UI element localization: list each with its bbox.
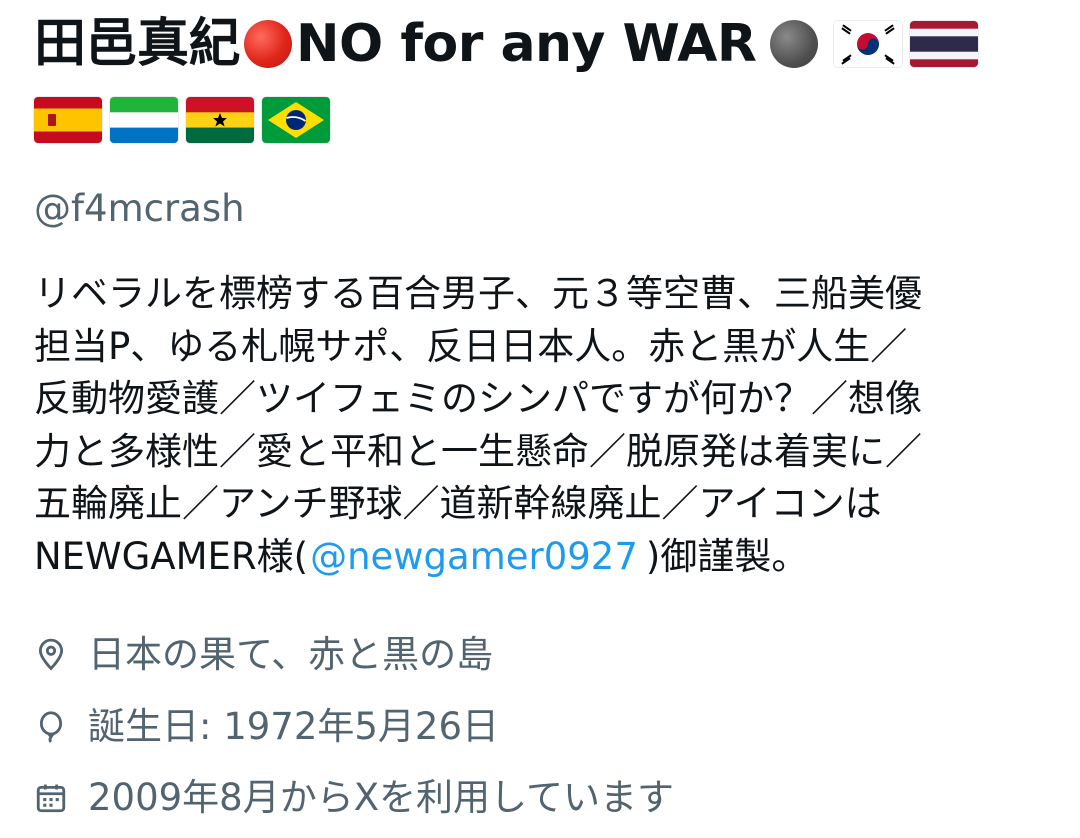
calendar-icon xyxy=(34,781,68,815)
joined-row: 2009年8月からXを利用しています xyxy=(34,773,1044,823)
bio-line: 五輪廃止／アンチ野球／道新幹線廃止／アイコンは xyxy=(34,482,882,525)
bio-line: 担当P、ゆる札幌サポ、反日日本人。赤と黒が人生／ xyxy=(34,324,908,368)
profile-handle: @f4mcrash xyxy=(34,187,245,230)
profile-name-text: 田邑真紀 xyxy=(34,14,241,74)
thailand-flag xyxy=(910,21,979,67)
birthday-row: 誕生日: 1972年5月26日 xyxy=(34,702,1044,752)
profile-name-line-1: 田邑真紀 NO for any WAR xyxy=(34,6,1044,82)
bio-line-last: NEWGAMER様(@newgamer0927)御謹製。 xyxy=(34,531,1044,584)
location-text: 日本の果て、赤と黒の島 xyxy=(88,633,494,676)
red-circle-emoji xyxy=(244,20,293,68)
location-pin-icon xyxy=(34,638,68,672)
joined-text: 2009年8月からXを利用しています xyxy=(88,776,674,819)
brazil-flag xyxy=(262,97,330,143)
profile-name-slogan: NO for any WAR xyxy=(296,14,757,74)
bio-text: )御謹製。 xyxy=(645,534,809,578)
bio-line: リベラルを標榜する百合男子、元３等空曹、三船美優 xyxy=(34,272,922,315)
black-circle-emoji xyxy=(770,20,819,68)
birthday-text: 誕生日: 1972年5月26日 xyxy=(88,705,500,748)
ghana-flag xyxy=(186,97,254,143)
location-row: 日本の果て、赤と黒の島 xyxy=(34,630,1044,680)
sierra-leone-flag xyxy=(110,97,178,143)
bio-line: 反動物愛護／ツイフェミのシンパですが何か？／想像 xyxy=(34,377,922,420)
balloon-icon xyxy=(34,710,68,744)
bio-text: NEWGAMER様( xyxy=(34,534,309,578)
profile-bio: リベラルを標榜する百合男子、元３等空曹、三船美優 担当P、ゆる札幌サポ、反日日本… xyxy=(34,268,1044,583)
bio-line: 力と多様性／愛と平和と一生懸命／脱原発は着実に／ xyxy=(34,429,922,473)
south-korea-flag xyxy=(834,21,903,67)
profile-name: 田邑真紀 NO for any WAR xyxy=(34,6,1044,158)
profile-name-line-2 xyxy=(34,82,1044,158)
spain-flag xyxy=(34,97,102,143)
mention-link[interactable]: @newgamer0927 xyxy=(310,535,638,578)
